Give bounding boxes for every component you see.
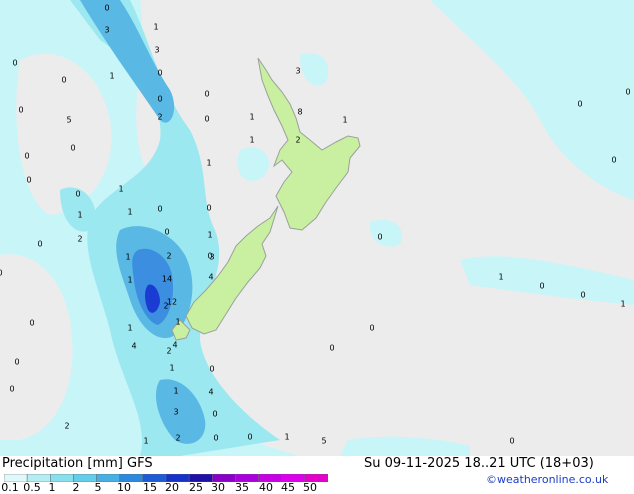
- precipitation-value: 0: [164, 228, 169, 237]
- precipitation-value: 0: [509, 437, 514, 446]
- precipitation-value: 1: [498, 273, 503, 282]
- precipitation-value: 1: [127, 276, 132, 285]
- precipitation-value: 1: [127, 208, 132, 217]
- scale-tick-label: 40: [259, 481, 273, 494]
- precipitation-value: 0: [577, 100, 582, 109]
- scale-tick-label: 15: [143, 481, 157, 494]
- precipitation-value: 0: [9, 385, 14, 394]
- precipitation-value: 5: [66, 116, 71, 125]
- precipitation-value: 2: [166, 252, 171, 261]
- scale-tick-label: 20: [165, 481, 179, 494]
- precipitation-value: 0: [212, 410, 217, 419]
- scale-tick-label: 10: [117, 481, 131, 494]
- precipitation-value: 0: [539, 282, 544, 291]
- precipitation-value: 1: [77, 211, 82, 220]
- precipitation-value: 1: [249, 136, 254, 145]
- scale-tick-label: 45: [281, 481, 295, 494]
- precipitation-value: 0: [12, 59, 17, 68]
- precipitation-value: 1: [127, 324, 132, 333]
- precipitation-value: 0: [213, 434, 218, 443]
- precipitation-value: 3: [173, 408, 178, 417]
- precipitation-value: 1: [342, 116, 347, 125]
- precipitation-value: 0: [206, 204, 211, 213]
- precipitation-value: 4: [131, 342, 136, 351]
- precipitation-value: 2: [166, 347, 171, 356]
- precipitation-value: 1: [284, 433, 289, 442]
- precipitation-value: 0: [26, 176, 31, 185]
- precipitation-value: 0: [625, 88, 630, 97]
- precipitation-value: 2: [64, 422, 69, 431]
- precipitation-value: 0: [580, 291, 585, 300]
- precipitation-value: 0: [18, 106, 23, 115]
- scale-tick-label: 35: [235, 481, 249, 494]
- precipitation-value: 1: [153, 23, 158, 32]
- precipitation-value: 4: [172, 341, 177, 350]
- precipitation-value: 1: [207, 231, 212, 240]
- precipitation-value: 0: [61, 76, 66, 85]
- precipitation-value: 0: [204, 115, 209, 124]
- precipitation-value: 0: [157, 205, 162, 214]
- precipitation-value: 0: [24, 152, 29, 161]
- precipitation-value: 1: [125, 253, 130, 262]
- precipitation-value: 1: [175, 318, 180, 327]
- precipitation-value: 5: [321, 437, 326, 446]
- precipitation-value: 0: [0, 269, 3, 278]
- credit-link[interactable]: ©weatheronline.co.uk: [486, 473, 608, 486]
- precipitation-value: 1: [169, 364, 174, 373]
- precipitation-value: 1: [249, 113, 254, 122]
- scale-tick-label: 5: [94, 481, 102, 494]
- precipitation-value: 2: [157, 113, 162, 122]
- valid-time: Su 09-11-2025 18..21 UTC (18+03): [364, 456, 594, 471]
- precipitation-value: 2: [175, 434, 180, 443]
- precipitation-value: 3: [104, 26, 109, 35]
- precipitation-value: 0: [70, 144, 75, 153]
- precipitation-value: 0: [157, 95, 162, 104]
- precipitation-value: 8: [297, 108, 302, 117]
- precipitation-value: 0: [204, 90, 209, 99]
- precipitation-value: 0: [29, 319, 34, 328]
- precipitation-map: 0313001005002011001100010210102110000142…: [0, 0, 634, 456]
- precipitation-value: 1: [173, 387, 178, 396]
- precipitation-value: 0: [247, 433, 252, 442]
- precipitation-value: 1: [206, 159, 211, 168]
- precipitation-value: 3: [154, 46, 159, 55]
- precipitation-value: 0: [611, 156, 616, 165]
- precipitation-value: 0: [157, 69, 162, 78]
- map-title: Precipitation [mm] GFS: [2, 456, 153, 471]
- precipitation-value: 2: [295, 136, 300, 145]
- precipitation-value: 0: [209, 365, 214, 374]
- scale-tick-label: 25: [189, 481, 203, 494]
- scale-tick-label: 30: [211, 481, 225, 494]
- scale-tick-label: 50: [303, 481, 317, 494]
- precipitation-value: 14: [162, 275, 172, 284]
- precipitation-value: 3: [209, 253, 214, 262]
- precipitation-value: 0: [14, 358, 19, 367]
- precipitation-value: 2: [77, 235, 82, 244]
- scale-tick-label: 2: [72, 481, 80, 494]
- precipitation-value: 1: [118, 185, 123, 194]
- scale-tick-label: 0.1: [1, 481, 19, 494]
- precipitation-value: 0: [329, 344, 334, 353]
- precipitation-value: 0: [104, 4, 109, 13]
- precipitation-value: 12: [167, 298, 177, 307]
- precipitation-value: 4: [208, 273, 213, 282]
- precipitation-value: 4: [208, 388, 213, 397]
- precipitation-value: 1: [143, 437, 148, 446]
- precipitation-value: 0: [369, 324, 374, 333]
- precipitation-value: 0: [377, 233, 382, 242]
- precipitation-value: 1: [109, 72, 114, 81]
- precipitation-value: 0: [37, 240, 42, 249]
- precipitation-value: 1: [620, 300, 625, 309]
- precipitation-value: 0: [75, 190, 80, 199]
- precipitation-value: 3: [295, 67, 300, 76]
- scale-tick-label: 0.5: [23, 481, 41, 494]
- scale-tick-label: 1: [48, 481, 56, 494]
